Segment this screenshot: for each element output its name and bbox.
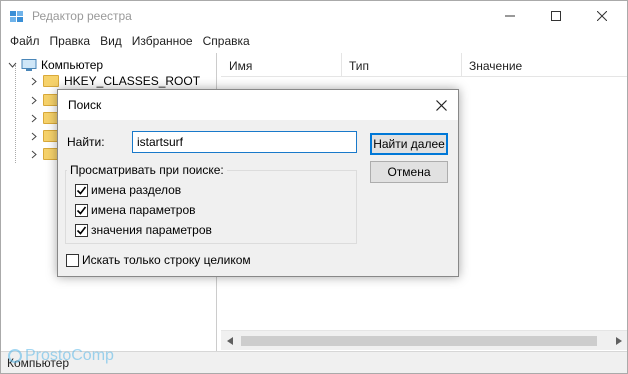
checkbox[interactable] bbox=[75, 183, 88, 197]
scrollbar-thumb[interactable] bbox=[241, 336, 597, 346]
checkmark-icon bbox=[76, 186, 87, 195]
window-title: Редактор реестра bbox=[32, 9, 132, 23]
checkbox-label: Искать только строку целиком bbox=[82, 253, 251, 267]
checkmark-icon bbox=[76, 206, 87, 215]
cancel-button[interactable]: Отмена bbox=[370, 161, 448, 183]
checkbox[interactable] bbox=[75, 203, 88, 217]
dialog-title-bar[interactable]: Поиск bbox=[58, 90, 458, 120]
menu-help[interactable]: Справка bbox=[198, 32, 255, 52]
look-at-label: Просматривать при поиске: bbox=[67, 163, 227, 177]
tree-guide-line bbox=[15, 65, 16, 163]
watermark-text: ProstoComp bbox=[25, 347, 114, 364]
tree-item-hkcr[interactable]: HKEY_CLASSES_ROOT bbox=[29, 72, 200, 90]
close-button[interactable] bbox=[579, 1, 625, 31]
maximize-button[interactable] bbox=[533, 1, 579, 31]
watermark-logo: ProstoComp bbox=[7, 347, 114, 365]
checkbox-label: имена параметров bbox=[91, 203, 196, 217]
close-icon bbox=[597, 11, 607, 21]
menu-favorites[interactable]: Избранное bbox=[127, 32, 198, 52]
expand-icon[interactable] bbox=[29, 131, 39, 141]
menu-view[interactable]: Вид bbox=[95, 32, 127, 52]
menu-file[interactable]: Файл bbox=[5, 32, 45, 52]
menu-bar: Файл Правка Вид Избранное Справка bbox=[1, 32, 627, 52]
dialog-title: Поиск bbox=[68, 98, 102, 112]
registry-app-icon bbox=[9, 9, 25, 25]
column-header-value[interactable]: Значение bbox=[469, 59, 522, 73]
computer-icon bbox=[21, 58, 37, 72]
horizontal-scrollbar[interactable] bbox=[221, 330, 627, 350]
expand-icon[interactable] bbox=[29, 113, 39, 123]
folder-icon bbox=[43, 75, 59, 87]
watermark-icon bbox=[8, 349, 22, 363]
option-data[interactable]: значения параметров bbox=[75, 223, 212, 237]
checkbox[interactable] bbox=[75, 223, 88, 237]
expand-icon[interactable] bbox=[29, 95, 39, 105]
find-input[interactable] bbox=[132, 131, 357, 153]
collapse-icon[interactable] bbox=[7, 60, 17, 70]
find-label: Найти: bbox=[67, 135, 105, 149]
tree-item-label: HKEY_CLASSES_ROOT bbox=[64, 74, 201, 88]
checkbox-label: значения параметров bbox=[91, 223, 212, 237]
expand-icon[interactable] bbox=[29, 149, 39, 159]
expand-icon[interactable] bbox=[29, 76, 39, 86]
maximize-icon bbox=[551, 11, 561, 21]
option-keys[interactable]: имена разделов bbox=[75, 183, 181, 197]
menu-edit[interactable]: Правка bbox=[45, 32, 96, 52]
column-header-type[interactable]: Тип bbox=[349, 59, 369, 73]
close-icon bbox=[435, 99, 447, 111]
checkbox-label: имена разделов bbox=[91, 183, 182, 197]
option-values-names[interactable]: имена параметров bbox=[75, 203, 196, 217]
find-dialog: Поиск Найти: Найти далее Отмена Просматр… bbox=[57, 89, 459, 277]
find-next-button[interactable]: Найти далее bbox=[370, 133, 448, 155]
tree-item-label: Компьютер bbox=[41, 58, 104, 72]
dialog-close-button[interactable] bbox=[430, 94, 452, 116]
list-header: Имя Тип Значение bbox=[221, 53, 627, 77]
minimize-button[interactable] bbox=[487, 1, 533, 31]
checkmark-icon bbox=[76, 226, 87, 235]
column-header-name[interactable]: Имя bbox=[229, 59, 252, 73]
title-bar: Редактор реестра bbox=[1, 1, 627, 32]
column-divider[interactable] bbox=[341, 53, 342, 77]
minimize-icon bbox=[505, 15, 515, 17]
column-divider[interactable] bbox=[461, 53, 462, 77]
scroll-left-icon[interactable] bbox=[221, 331, 238, 351]
checkbox[interactable] bbox=[66, 253, 79, 267]
scroll-right-icon[interactable] bbox=[610, 331, 627, 351]
option-match-whole-string[interactable]: Искать только строку целиком bbox=[66, 253, 251, 267]
